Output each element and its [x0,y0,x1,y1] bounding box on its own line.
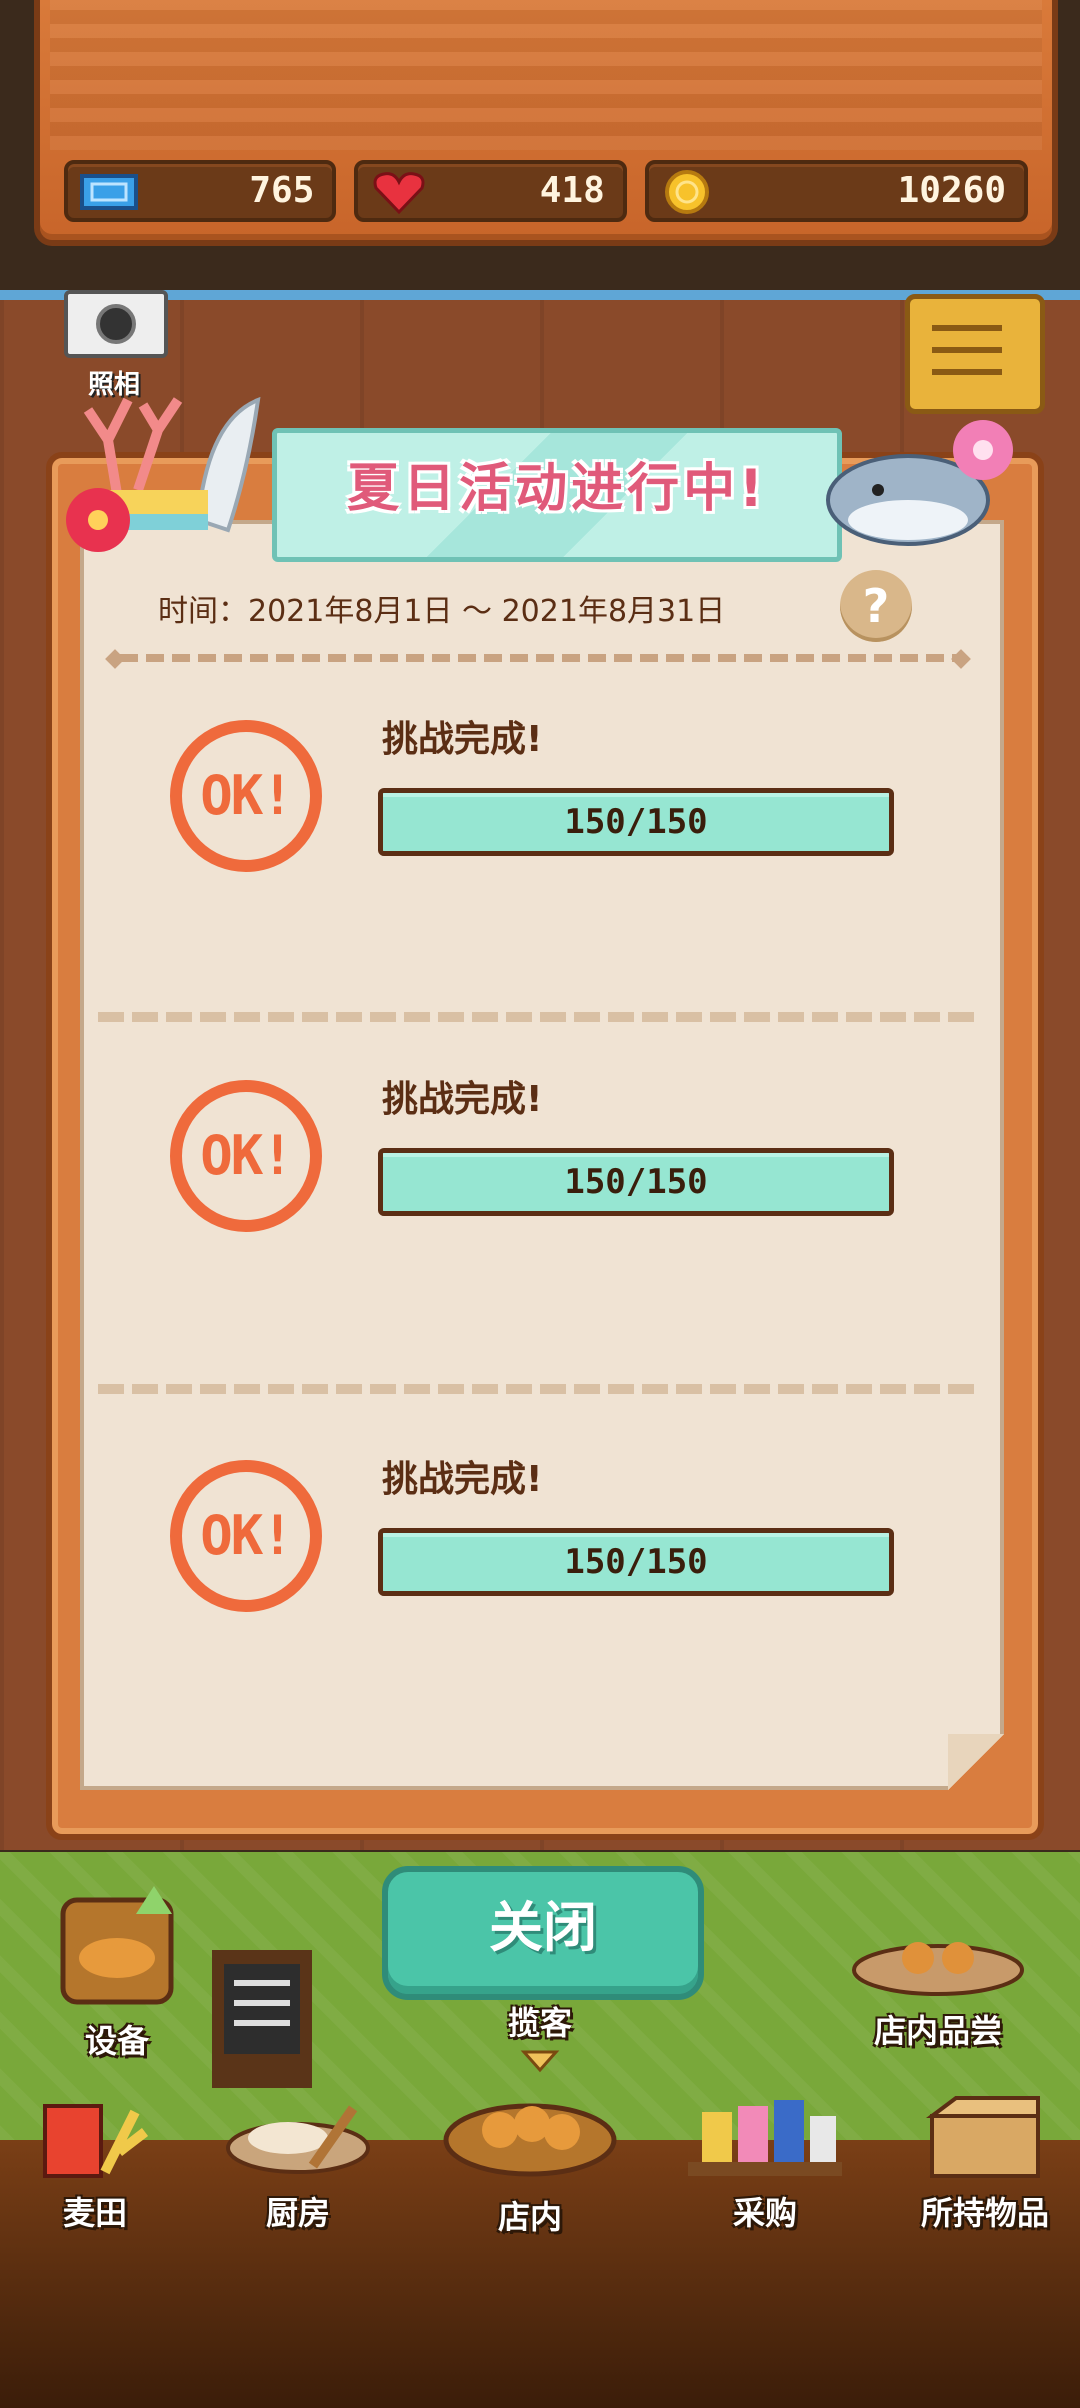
box-icon [926,2096,1040,2178]
shark-decoration [826,420,1013,546]
nav-shop-floor[interactable]: 店内 [440,2080,620,2238]
coin-counter: 10260 [644,160,1028,222]
nav-label: 所持物品 [920,2194,1049,2232]
resource-board: 765 418 10260 [34,0,1058,246]
item-divider [98,1384,982,1394]
event-title-banner: 夏日活动进行中! [272,428,842,562]
challenge-progress-bar: 150/150 [378,1148,894,1216]
challenge-status: 挑战完成! [382,1459,543,1500]
tasting-table-icon [852,1942,1024,1996]
challenge-status: 挑战完成! [382,719,543,760]
nav-label: 采购 [732,2194,797,2232]
event-date-range: 时间：2021年8月1日 ～ 2021年8月31日 [158,594,726,629]
tasting-label: 店内品尝 [873,2012,1002,2050]
close-button[interactable]: 关闭 [382,1866,704,2000]
ticket-icon [80,174,138,210]
page-fold [948,1734,1004,1790]
memo-icon [932,325,1002,381]
ticket-counter: 765 [64,160,337,222]
challenge-item: OK! 挑战完成! 150/150 [160,1070,980,1290]
nav-inventory[interactable]: 所持物品 [900,2092,1070,2234]
coin-count: 10260 [897,170,1006,211]
item-divider [98,1012,982,1022]
nav-purchase[interactable]: 采购 [680,2092,850,2234]
ok-stamp-icon: OK! [170,1460,322,1612]
coin-icon [664,170,709,214]
challenge-progress-bar: 150/150 [378,788,894,856]
menu-board-icon[interactable] [206,1944,318,2094]
tasting-button[interactable]: 店内品尝 [838,1900,1038,2052]
heart-count: 418 [539,170,605,211]
heart-counter: 418 [354,160,627,222]
coral-decoration [66,396,261,552]
ticket-count: 765 [249,170,315,211]
camera-icon [64,290,168,358]
progress-text: 150/150 [564,1162,708,1202]
help-button[interactable]: ? [840,570,912,642]
heart-icon [373,172,425,215]
nav-label: 店内 [497,2198,562,2236]
bread-basket-icon [443,2103,617,2177]
nav-label: 麦田 [62,2194,127,2232]
down-arrow-icon [520,2050,560,2073]
nav-kitchen[interactable]: 厨房 [218,2092,378,2234]
header-divider [120,654,960,662]
ok-stamp-icon: OK! [170,1080,322,1232]
ok-stamp-icon: OK! [170,720,322,872]
nav-wheat-field[interactable]: 麦田 [30,2092,160,2234]
wheat-icon [43,2104,149,2178]
progress-text: 150/150 [564,1542,708,1582]
progress-text: 150/150 [564,802,708,842]
equipment-button[interactable]: 设备 [52,1886,182,2062]
challenge-progress-bar: 150/150 [378,1528,894,1596]
attract-label: 揽客 [507,2004,572,2042]
challenge-status: 挑战完成! [382,1079,543,1120]
resource-bar: 765 418 10260 [64,160,1028,222]
dough-icon [226,2105,370,2174]
upgrade-arrow-icon [136,1886,172,1914]
challenge-item: OK! 挑战完成! 150/150 [160,710,980,930]
supplies-shelf-icon [688,2100,842,2176]
nav-label: 厨房 [265,2194,330,2232]
equipment-label: 设备 [84,2022,149,2060]
challenge-item: OK! 挑战完成! 150/150 [160,1450,980,1670]
attract-customers-button[interactable]: 揽客 [490,1998,590,2082]
memo-button[interactable] [905,294,1045,414]
